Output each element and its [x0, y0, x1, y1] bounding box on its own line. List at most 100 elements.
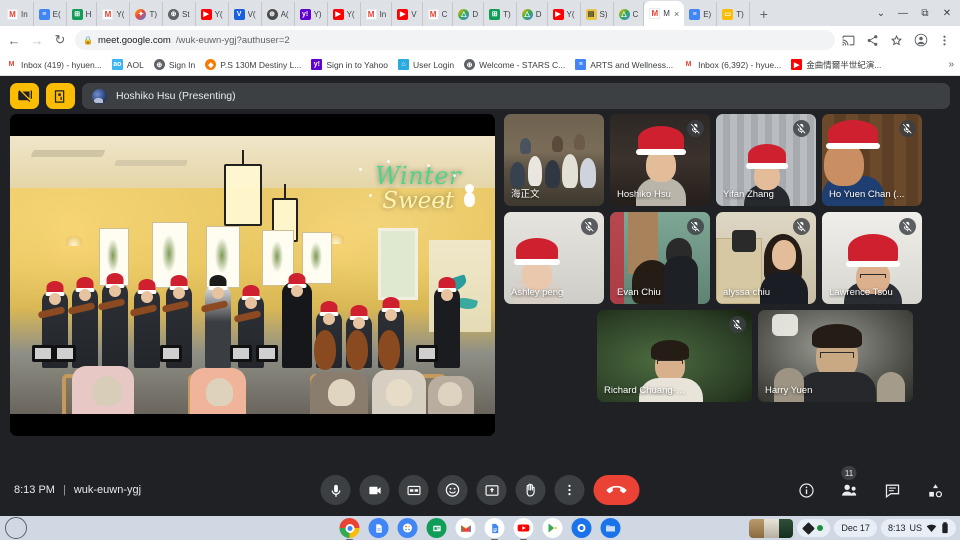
activities-button[interactable] — [924, 479, 946, 501]
tab-label: In — [379, 9, 387, 19]
star-icon[interactable] — [890, 34, 906, 47]
bookmark-item[interactable]: ⊕ Sign In — [153, 59, 195, 70]
browser-tab[interactable]: ✦ T) — [130, 2, 164, 26]
participant-tile[interactable]: Richard Chuang-NCALI — [597, 310, 752, 402]
browser-tab[interactable]: M Y( — [97, 2, 131, 26]
bookmark-item[interactable]: ao AOL — [111, 59, 144, 70]
address-bar[interactable]: 🔒 meet.google.com/wuk-euwn-ygj?authuser=… — [75, 30, 835, 50]
participant-tile[interactable]: Hoshiko Hsu — [610, 114, 710, 206]
exit-presentation-view-button[interactable] — [46, 83, 75, 109]
browser-tab[interactable]: ⊕ A( — [262, 2, 295, 26]
shelf-item-canvas[interactable] — [397, 518, 418, 538]
system-tray: Dec 17 8:13 US — [749, 518, 956, 538]
browser-tab[interactable]: ▭ T) — [717, 2, 750, 26]
browser-tab[interactable]: △ D — [453, 2, 485, 26]
shelf-item-camera[interactable] — [571, 518, 592, 538]
shelf-item-docs-app[interactable] — [368, 518, 389, 538]
participant-tile[interactable]: Ho Yuen Chan (... — [822, 114, 922, 206]
browser-tab[interactable]: △ C — [614, 2, 645, 26]
browser-tab[interactable]: M In — [361, 2, 393, 26]
browser-tab[interactable]: ≡ E( — [34, 2, 67, 26]
browser-tab[interactable]: ▶ Y( — [328, 2, 361, 26]
participant-tile[interactable]: Yifan Zhang — [716, 114, 816, 206]
tab-search-icon[interactable]: ⌄ — [870, 3, 892, 23]
bookmark-item[interactable]: ▶ 金曲情爾半世紀演... — [791, 59, 881, 71]
snowman-icon — [464, 184, 475, 208]
bookmark-item[interactable]: ⌂ User Login — [398, 59, 454, 70]
status-area-chip[interactable] — [797, 519, 831, 537]
browser-tab[interactable]: y! Y) — [295, 2, 328, 26]
reactions-button[interactable] — [437, 475, 468, 505]
bookmark-item[interactable]: ◆ P.S 130M Destiny L... — [205, 59, 301, 70]
tab-label: E( — [52, 9, 61, 19]
browser-tab[interactable]: ⊕ St — [163, 2, 196, 26]
browser-tab[interactable]: ⊞ T) — [484, 2, 517, 26]
youtube-icon: ▶ — [397, 8, 409, 20]
close-window-icon[interactable]: ✕ — [936, 3, 958, 23]
forward-icon[interactable]: → — [29, 33, 45, 48]
window-previews-icon[interactable] — [749, 518, 794, 538]
browser-tab[interactable]: ▤ S) — [581, 2, 614, 26]
shelf-item-youtube[interactable] — [513, 518, 534, 540]
shelf-item-gmail[interactable] — [455, 518, 476, 538]
gmail-icon: M — [365, 8, 377, 20]
main-video-stage[interactable]: Winter Sweet — [10, 114, 495, 436]
stop-presenting-button[interactable] — [10, 83, 39, 109]
launcher-circle-icon[interactable] — [5, 517, 27, 539]
bookmark-item[interactable]: M Inbox (419) - hyuen... — [6, 59, 102, 70]
back-icon[interactable]: ← — [6, 33, 22, 48]
browser-tab[interactable]: △ D — [517, 2, 548, 26]
people-button[interactable]: 11 — [838, 466, 860, 501]
kebab-menu-icon[interactable] — [938, 34, 954, 47]
shelf-item-files[interactable] — [600, 518, 621, 538]
leave-call-button[interactable] — [593, 475, 640, 505]
browser-tab[interactable]: V V( — [229, 2, 262, 26]
participant-tile[interactable]: Harry Yuen — [758, 310, 913, 402]
browser-tab-active-meet[interactable]: M M × — [644, 1, 685, 26]
participant-grid: 海正文 Hoshiko Hsu Yifan Zhang Ho Yuen Chan… — [504, 114, 950, 436]
shelf-item-docs[interactable] — [484, 518, 505, 540]
shelf-app-list — [339, 518, 621, 540]
participant-tile[interactable]: 海正文 — [504, 114, 604, 206]
bookmarks-overflow-button[interactable]: » — [948, 59, 954, 70]
meeting-details-button[interactable] — [795, 479, 817, 501]
maximize-icon[interactable]: ⧉ — [914, 3, 936, 23]
profile-icon[interactable] — [914, 33, 930, 47]
close-icon[interactable]: × — [674, 9, 679, 19]
chat-button[interactable] — [881, 479, 903, 501]
browser-tab[interactable]: ⊞ H — [67, 2, 98, 26]
microphone-button[interactable] — [320, 475, 351, 505]
date-chip[interactable]: Dec 17 — [834, 519, 877, 537]
url-host: meet.google.com — [97, 34, 171, 46]
raise-hand-button[interactable] — [515, 475, 546, 505]
browser-tab[interactable]: M In — [2, 2, 34, 26]
participant-tile[interactable]: Lawrence Tsou — [822, 212, 922, 304]
browser-tab[interactable]: ▶ Y( — [548, 2, 581, 26]
more-options-button[interactable] — [554, 475, 585, 505]
minimize-icon[interactable]: — — [892, 3, 914, 23]
bookmark-item[interactable]: ≡ ARTS and Wellness... — [575, 59, 673, 70]
bookmark-item[interactable]: y! Sign in to Yahoo — [311, 59, 388, 70]
camera-button[interactable] — [359, 475, 390, 505]
bookmark-item[interactable]: M Inbox (6,392) - hyue... — [683, 59, 781, 70]
shelf-item-slides[interactable] — [426, 518, 447, 538]
shelf-item-chrome[interactable] — [339, 518, 360, 540]
participant-tile[interactable]: Evan Chiu — [610, 212, 710, 304]
participant-tile[interactable]: alyssa chiu — [716, 212, 816, 304]
tab-label: St — [182, 9, 190, 19]
browser-tab[interactable]: ▶ V — [392, 2, 423, 26]
share-icon[interactable] — [866, 34, 882, 47]
bookmark-item[interactable]: ⊕ Welcome - STARS C... — [464, 59, 565, 70]
browser-tab[interactable]: MC — [423, 2, 454, 26]
browser-tab[interactable]: ▶ Y( — [196, 2, 229, 26]
browser-tab[interactable]: ≡ E) — [684, 2, 718, 26]
cast-icon[interactable] — [842, 34, 858, 47]
clock-status-chip[interactable]: 8:13 US — [880, 519, 956, 537]
participant-tile[interactable]: Ashley peng — [504, 212, 604, 304]
tab-label: In — [21, 9, 28, 19]
shelf-item-play[interactable] — [542, 518, 563, 538]
reload-icon[interactable]: ↻ — [52, 32, 68, 48]
present-screen-button[interactable] — [476, 475, 507, 505]
new-tab-button[interactable]: + — [754, 4, 774, 24]
captions-button[interactable] — [398, 475, 429, 505]
